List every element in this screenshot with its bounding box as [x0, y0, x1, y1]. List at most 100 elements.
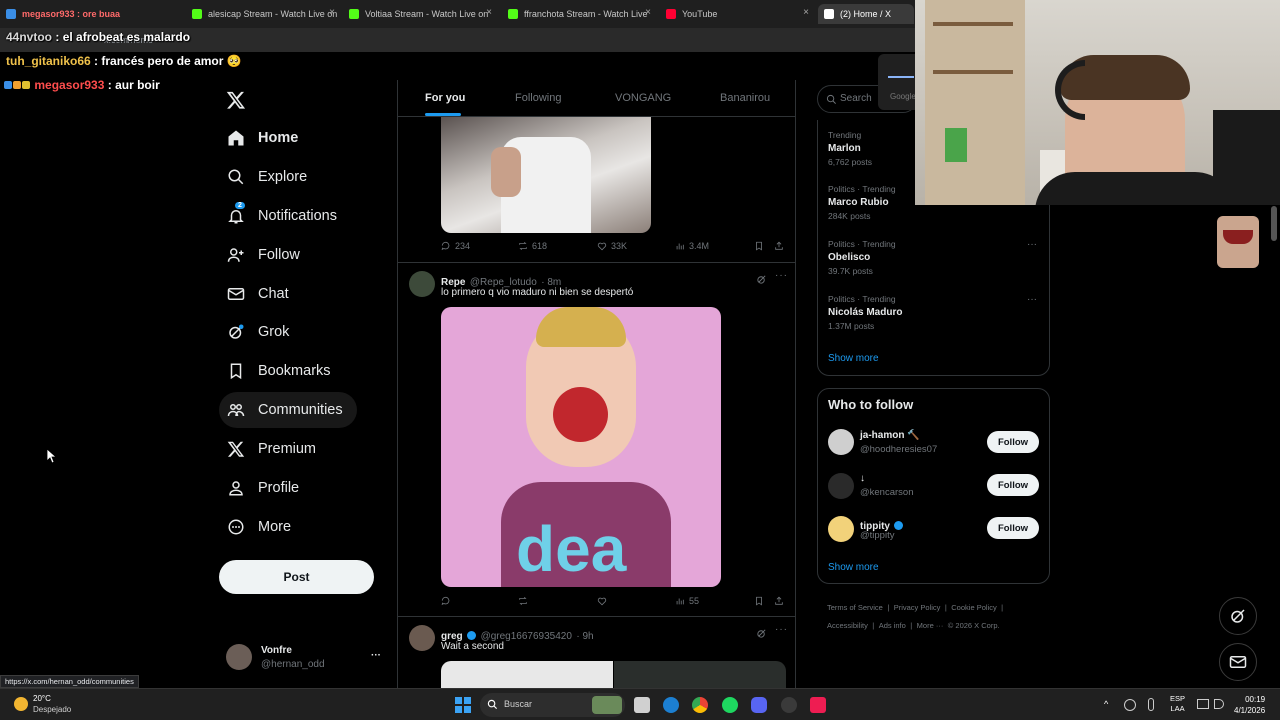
- tab-following[interactable]: Following: [515, 92, 561, 104]
- tray-chevron-icon[interactable]: ^: [1104, 699, 1108, 709]
- tiktok-icon[interactable]: [810, 697, 826, 713]
- more-icon[interactable]: ···: [1027, 239, 1037, 250]
- network-icon[interactable]: [1197, 699, 1209, 709]
- footer-link[interactable]: Accessibility: [827, 621, 868, 630]
- views-icon: [676, 243, 684, 250]
- chat-username: megasor933: [34, 78, 105, 92]
- avatar[interactable]: [409, 625, 435, 651]
- share-button[interactable]: [774, 596, 788, 606]
- browser-tab[interactable]: YouTube ×: [660, 4, 815, 24]
- more-icon[interactable]: ···: [775, 270, 788, 281]
- trend-item[interactable]: Politics · Trending Obelisco 39.7K posts: [828, 239, 896, 276]
- footer-link[interactable]: Privacy Policy: [894, 603, 941, 612]
- app-icon[interactable]: [781, 697, 797, 713]
- sidebar-item-chat[interactable]: Chat: [219, 276, 289, 312]
- communities-icon: [227, 404, 245, 417]
- grok-analyze-icon[interactable]: [756, 626, 767, 644]
- grok-floating-button[interactable]: [1219, 597, 1257, 635]
- sidebar-item-profile[interactable]: Profile: [219, 470, 299, 506]
- bookmark-button[interactable]: [754, 241, 768, 251]
- sidebar-item-notifications[interactable]: 2 Notifications: [219, 198, 337, 234]
- follow-name[interactable]: ja-hamon 🔨: [860, 430, 920, 441]
- tab-close-icon[interactable]: ×: [486, 7, 492, 18]
- follow-button[interactable]: Follow: [987, 517, 1039, 539]
- windows-start-icon[interactable]: [455, 697, 471, 713]
- tray-app-icon[interactable]: [1124, 699, 1136, 711]
- tweet-time[interactable]: · 9h: [576, 631, 593, 642]
- tweet-image[interactable]: [441, 661, 613, 688]
- trend-item[interactable]: Trending Marlon 6,762 posts: [828, 130, 872, 167]
- x-logo-icon[interactable]: [226, 90, 246, 110]
- microphone-icon[interactable]: [1148, 698, 1154, 711]
- tab-bananirou[interactable]: Bananirou: [720, 92, 770, 104]
- footer-link[interactable]: More ···: [917, 621, 944, 630]
- tweet-image[interactable]: [441, 117, 651, 233]
- retweet-button[interactable]: 618: [518, 241, 547, 251]
- footer-link[interactable]: Ads info: [879, 621, 906, 630]
- weather-temp[interactable]: 20°C: [33, 694, 51, 703]
- weather-desc[interactable]: Despejado: [33, 705, 71, 714]
- avatar[interactable]: [828, 429, 854, 455]
- tab-close-icon[interactable]: ×: [803, 7, 809, 18]
- tweet-image[interactable]: [614, 661, 786, 688]
- clock[interactable]: 00:19 4/1/2026: [1234, 694, 1265, 716]
- discord-icon[interactable]: [751, 697, 767, 713]
- sidebar-item-follow[interactable]: Follow: [219, 237, 300, 273]
- tweet-image[interactable]: dea: [441, 307, 721, 587]
- share-button[interactable]: [774, 241, 788, 251]
- bookmark-button[interactable]: [754, 596, 768, 606]
- edge-icon[interactable]: [663, 697, 679, 713]
- follow-button[interactable]: Follow: [987, 474, 1039, 496]
- browser-tab[interactable]: ffranchota Stream - Watch Live ×: [502, 4, 657, 24]
- follow-button[interactable]: Follow: [987, 431, 1039, 453]
- sidebar-item-communities[interactable]: Communities: [219, 392, 357, 428]
- sidebar-item-more[interactable]: More: [219, 509, 291, 545]
- views-button[interactable]: 3.4M: [675, 241, 709, 251]
- post-button[interactable]: Post: [219, 560, 374, 594]
- reply-button[interactable]: 234: [441, 241, 470, 251]
- footer-link[interactable]: Terms of Service: [827, 603, 883, 612]
- views-button[interactable]: 55: [675, 596, 699, 606]
- messages-floating-button[interactable]: [1219, 643, 1257, 681]
- language-indicator[interactable]: ESP LAA: [1170, 694, 1185, 714]
- trend-item[interactable]: Politics · Trending Nicolás Maduro 1.37M…: [828, 294, 902, 331]
- follow-name[interactable]: ↓: [860, 473, 865, 484]
- retweet-button[interactable]: [518, 596, 532, 606]
- chrome-icon[interactable]: [692, 697, 708, 713]
- tab-close-icon[interactable]: ×: [645, 7, 651, 18]
- sidebar-item-premium[interactable]: Premium: [219, 431, 316, 467]
- sidebar-item-home[interactable]: Home: [219, 120, 298, 156]
- browser-tab-active[interactable]: (2) Home / X: [818, 4, 914, 24]
- volume-icon[interactable]: [1214, 699, 1224, 709]
- sidebar-item-bookmarks[interactable]: Bookmarks: [219, 353, 331, 389]
- avatar[interactable]: [409, 271, 435, 297]
- tab-vongang[interactable]: VONGANG: [615, 92, 671, 104]
- reply-button[interactable]: [441, 596, 455, 606]
- more-dots-icon[interactable]: ···: [371, 650, 381, 661]
- footer-link[interactable]: Cookie Policy: [951, 603, 996, 612]
- sidebar-item-explore[interactable]: Explore: [219, 159, 307, 195]
- browser-tab[interactable]: alesicap Stream - Watch Live on ×: [186, 4, 341, 24]
- avatar[interactable]: [828, 473, 854, 499]
- tab-for-you[interactable]: For you: [425, 92, 465, 104]
- more-icon[interactable]: ···: [775, 624, 788, 635]
- sidebar-item-grok[interactable]: Grok: [219, 314, 289, 350]
- grok-analyze-icon[interactable]: [756, 272, 767, 290]
- browser-tab[interactable]: megasor933 : ore buaa: [0, 4, 182, 24]
- more-icon[interactable]: ···: [1027, 294, 1037, 305]
- like-button[interactable]: 33K: [597, 241, 627, 251]
- follow-handle: @kencarson: [860, 487, 914, 498]
- like-button[interactable]: [597, 596, 611, 606]
- taskbar-search[interactable]: Buscar: [480, 693, 625, 717]
- browser-tab[interactable]: Voltiaa Stream - Watch Live on ×: [343, 4, 498, 24]
- show-more-link[interactable]: Show more: [828, 562, 879, 573]
- tab-close-icon[interactable]: ×: [329, 7, 335, 18]
- task-view-icon[interactable]: [634, 697, 650, 713]
- show-more-link[interactable]: Show more: [828, 353, 879, 364]
- scrollbar-thumb[interactable]: [1271, 206, 1277, 241]
- account-switcher[interactable]: Vonfre @hernan_odd ···: [226, 644, 386, 676]
- avatar[interactable]: [828, 516, 854, 542]
- spotify-icon[interactable]: [722, 697, 738, 713]
- trend-posts: 1.37M posts: [828, 321, 875, 331]
- trend-item[interactable]: Politics · Trending Marco Rubio 284K pos…: [828, 184, 896, 221]
